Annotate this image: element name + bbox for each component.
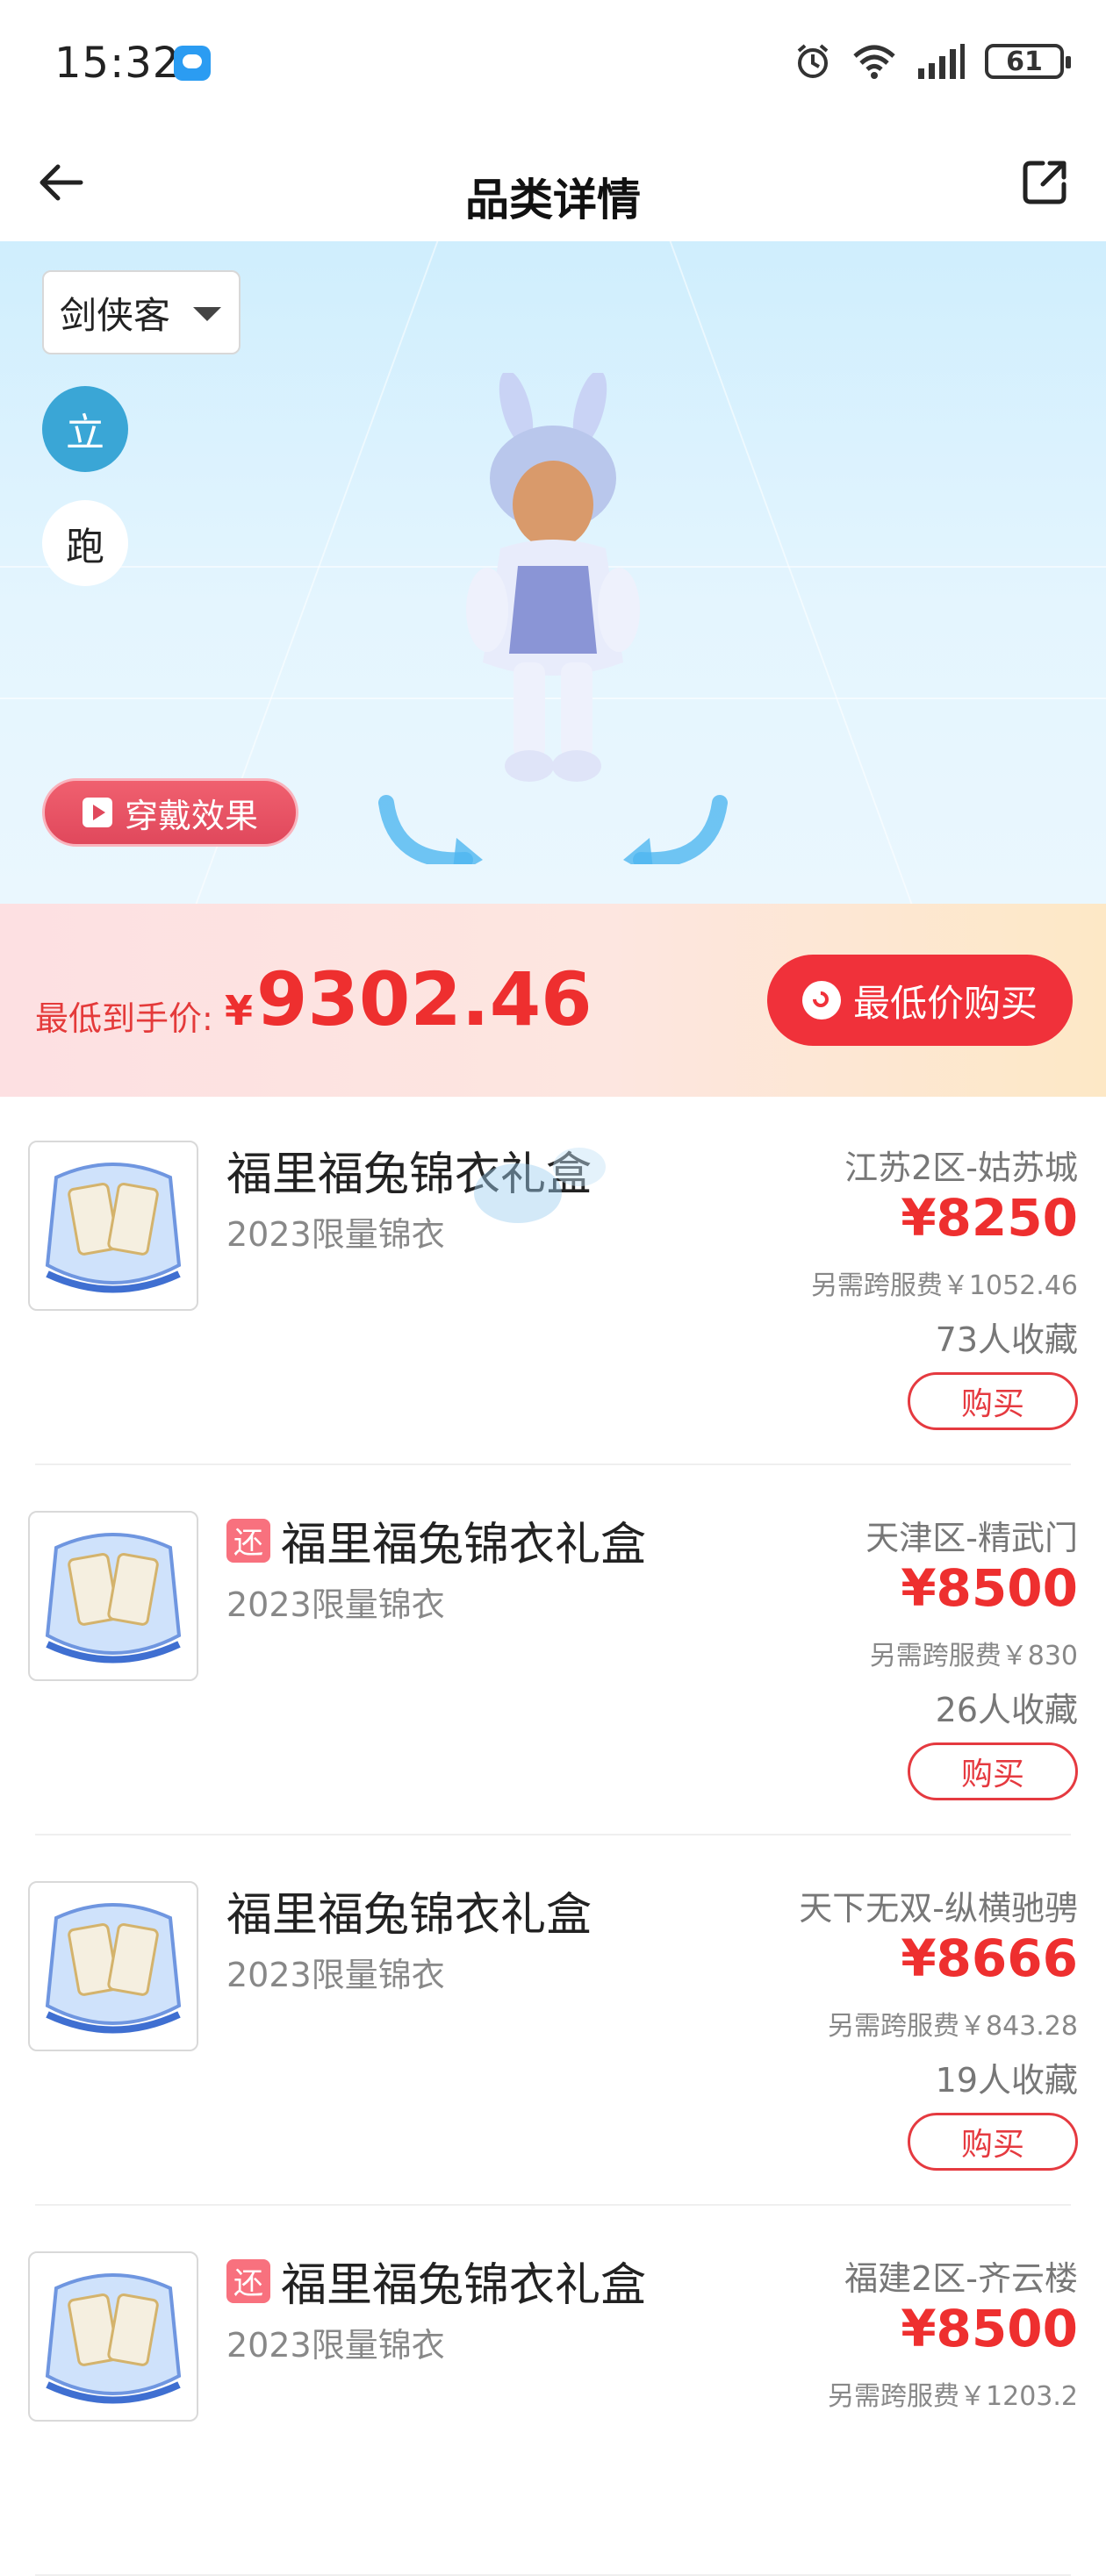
swap-icon [801, 981, 841, 1020]
listing-item[interactable]: 还福里福兔锦衣礼盒 2023限量锦衣 天津区-精武门 ¥8500 另需跨服费￥830 26… [0, 1467, 1106, 1835]
watermark-logo [474, 1148, 606, 1223]
product-subtitle: 2023限量锦衣 [226, 1215, 445, 1254]
product-price: ¥8500 [901, 1558, 1078, 1618]
product-subtitle: 2023限量锦衣 [226, 1585, 445, 1624]
class-select-value: 剑侠客 [60, 293, 171, 337]
battery-level: 61 [1006, 46, 1043, 77]
listing-item[interactable]: 还福里福兔锦衣礼盒 2023限量锦衣 福建2区-齐云楼 ¥8500 另需跨服费￥1203… [0, 2207, 1106, 2576]
product-subtitle: 2023限量锦衣 [226, 2326, 445, 2365]
server-name: 天津区-精武门 [865, 1519, 1078, 1557]
message-notification-icon [174, 46, 211, 81]
status-icons: 61 [794, 42, 1071, 81]
lowest-price-buy-button[interactable]: 最低价购买 [767, 955, 1073, 1046]
cross-server-fee: 另需跨服费￥843.28 [828, 2011, 1078, 2042]
pose-run-button[interactable]: 跑 [42, 500, 128, 586]
product-price: ¥8250 [901, 1188, 1078, 1248]
product-price: ¥8500 [901, 2299, 1078, 2358]
play-icon [82, 798, 112, 827]
lowest-price-buy-label: 最低价购买 [852, 981, 1038, 1025]
wear-effect-label: 穿戴效果 [124, 796, 258, 835]
status-time: 15:32 [54, 39, 181, 88]
product-name-row: 福里福兔锦衣礼盒 [226, 1878, 592, 1943]
lowest-price-value: ¥9302.46 [225, 956, 592, 1042]
product-name: 福里福兔锦衣礼盒 [281, 2259, 647, 2312]
product-price: ¥8666 [901, 1928, 1078, 1988]
top-nav: 品类详情 [0, 132, 1106, 242]
product-name: 福里福兔锦衣礼盒 [281, 1519, 647, 1571]
character-preview: 剑侠客 立 跑 穿戴效果 [0, 241, 1106, 904]
buy-button[interactable]: 购买 [908, 2113, 1078, 2171]
signal-icon [918, 44, 965, 79]
lowest-price-banner: 最低到手价: ¥9302.46 最低价购买 [0, 904, 1106, 1097]
server-name: 天下无双-纵横驰骋 [799, 1889, 1078, 1928]
product-name: 福里福兔锦衣礼盒 [226, 1889, 592, 1942]
server-name: 福建2区-齐云楼 [844, 2259, 1078, 2298]
class-select[interactable]: 剑侠客 [42, 270, 241, 354]
product-thumbnail[interactable] [28, 1881, 198, 2051]
lowest-price-label: 最低到手价: [35, 999, 213, 1038]
product-thumbnail[interactable] [28, 1511, 198, 1681]
divider [35, 1834, 1071, 1835]
divider [35, 2204, 1071, 2206]
currency-symbol: ¥ [225, 987, 254, 1034]
product-thumbnail[interactable] [28, 1141, 198, 1311]
divider [35, 1463, 1071, 1465]
favorites-count: 73人收藏 [935, 1320, 1078, 1359]
cross-server-fee: 另需跨服费￥830 [869, 1641, 1078, 1671]
buy-button[interactable]: 购买 [908, 1742, 1078, 1800]
status-bar: 15:32 61 [0, 0, 1106, 132]
product-subtitle: 2023限量锦衣 [226, 1956, 445, 1994]
wifi-icon [853, 45, 895, 79]
favorites-count: 26人收藏 [935, 1691, 1078, 1729]
listing-item[interactable]: 福里福兔锦衣礼盒 2023限量锦衣 天下无双-纵横驰骋 ¥8666 另需跨服费￥843.… [0, 1837, 1106, 2206]
buy-button[interactable]: 购买 [908, 1372, 1078, 1430]
lowest-price-amount: 9302.46 [256, 956, 592, 1042]
product-thumbnail[interactable] [28, 2251, 198, 2422]
share-icon [1023, 161, 1066, 204]
pose-stand-button[interactable]: 立 [42, 386, 128, 472]
cross-server-fee: 另需跨服费￥1052.46 [810, 1270, 1078, 1301]
product-name-row: 还福里福兔锦衣礼盒 [226, 1507, 646, 1573]
share-button[interactable] [1009, 147, 1080, 218]
cross-server-fee: 另需跨服费￥1203.2 [828, 2381, 1078, 2412]
return-badge: 还 [226, 1518, 270, 1563]
alarm-icon [797, 44, 829, 78]
return-badge: 还 [226, 2258, 270, 2303]
favorites-count: 19人收藏 [935, 2061, 1078, 2100]
character-model[interactable] [369, 373, 737, 864]
page-title: 品类详情 [465, 175, 641, 225]
server-name: 江苏2区-姑苏城 [844, 1148, 1078, 1187]
chevron-down-icon [193, 307, 221, 321]
wear-effect-button[interactable]: 穿戴效果 [42, 778, 298, 847]
product-name-row: 还福里福兔锦衣礼盒 [226, 2248, 646, 2314]
battery-indicator: 61 [985, 44, 1071, 79]
